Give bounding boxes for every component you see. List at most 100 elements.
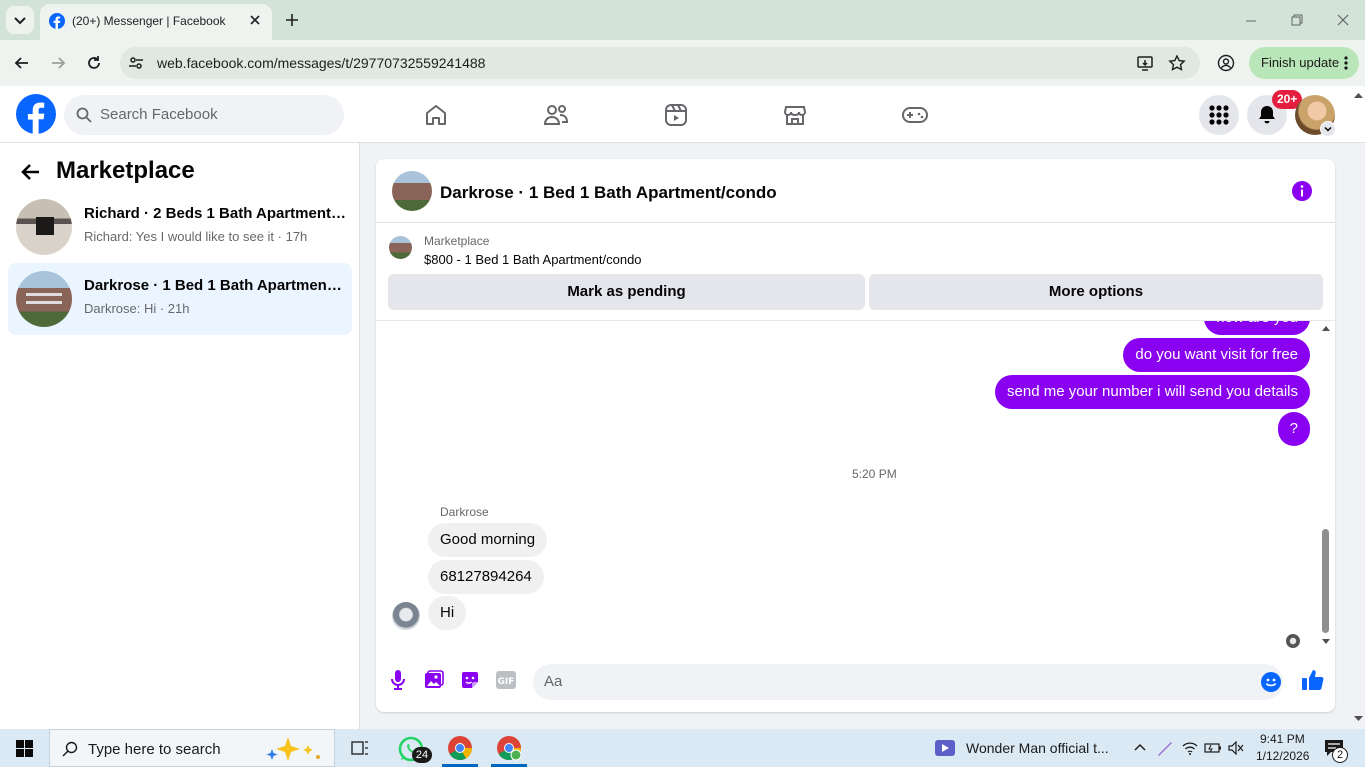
grid-menu-icon (1209, 105, 1229, 125)
chat-header-title[interactable]: Darkrose · 1 Bed 1 Bath Apartment/condo (440, 183, 777, 203)
media-title[interactable]: Wonder Man official t... (966, 740, 1109, 756)
marketplace-conversation-list: Marketplace Richard · 2 Beds 1 Bath Apar… (0, 143, 360, 729)
scroll-down-icon[interactable] (1322, 639, 1330, 645)
address-bar-row: web.facebook.com/messages/t/297707325592… (0, 40, 1365, 86)
conversation-title: Darkrose · 1 Bed 1 Bath Apartment/condo (84, 277, 346, 294)
incoming-message: 68127894264 (428, 560, 544, 594)
message-input-placeholder: Aa (544, 673, 563, 690)
photo-icon[interactable] (424, 670, 444, 690)
conversation-item-darkrose[interactable]: Darkrose · 1 Bed 1 Bath Apartment/condo … (8, 263, 352, 335)
finish-update-label: Finish update (1261, 55, 1340, 70)
pen-icon[interactable] (1156, 739, 1174, 757)
composer: GIF Aa (376, 654, 1335, 712)
back-arrow-icon[interactable] (13, 54, 31, 72)
back-arrow-icon[interactable] (20, 161, 42, 183)
windows-start-icon[interactable] (16, 740, 33, 757)
facebook-top-bar: Search Facebook 20+ (0, 86, 1365, 143)
outgoing-message: how are you (1204, 321, 1310, 335)
seen-avatar (1286, 634, 1300, 648)
chat-avatar[interactable] (392, 171, 432, 211)
whatsapp-badge-count: 24 (415, 749, 429, 761)
chrome-profile-icon[interactable] (496, 735, 522, 761)
clock-time[interactable]: 9:41 PM (1260, 732, 1305, 746)
chevron-up-icon[interactable] (1133, 742, 1147, 752)
close-window-icon[interactable] (1336, 13, 1350, 27)
tab-search-button[interactable] (6, 6, 34, 34)
battery-icon[interactable] (1204, 741, 1222, 755)
restore-icon[interactable] (1290, 13, 1304, 27)
conversation-item-richard[interactable]: Richard · 2 Beds 1 Bath Apartment/condo … (8, 191, 352, 263)
task-view-icon[interactable] (350, 739, 370, 757)
gaming-icon[interactable] (902, 104, 928, 126)
volume-muted-icon[interactable] (1228, 741, 1244, 755)
site-settings-icon[interactable] (128, 55, 144, 71)
listing-banner[interactable]: Marketplace $800 - 1 Bed 1 Bath Apartmen… (376, 224, 1335, 268)
incoming-message: Hi (428, 596, 467, 630)
finish-update-button[interactable]: Finish update (1249, 47, 1359, 79)
profile-icon[interactable] (1217, 54, 1235, 72)
scrollbar-thumb[interactable] (1322, 529, 1329, 633)
menu-button[interactable] (1199, 95, 1239, 135)
url-text[interactable]: web.facebook.com/messages/t/297707325592… (157, 55, 485, 71)
account-chevron[interactable] (1320, 121, 1336, 137)
fb-search-box[interactable]: Search Facebook (64, 95, 344, 135)
left-pane-title: Marketplace (56, 157, 195, 184)
page-scroll-down-icon[interactable] (1354, 716, 1363, 722)
forward-arrow-icon[interactable] (49, 54, 67, 72)
listing-label: Marketplace (424, 234, 490, 248)
info-icon[interactable] (1292, 181, 1312, 201)
listing-mini-thumb (389, 236, 412, 259)
sticker-icon[interactable] (460, 670, 480, 690)
clock-date[interactable]: 1/12/2026 (1256, 749, 1309, 763)
conversation-title: Richard · 2 Beds 1 Bath Apartment/condo (84, 205, 346, 222)
marketplace-icon[interactable] (783, 103, 807, 127)
message-list[interactable]: how are you do you want visit for free s… (376, 321, 1335, 648)
wifi-icon[interactable] (1182, 741, 1198, 755)
message-input[interactable]: Aa (533, 664, 1283, 700)
close-tab-icon[interactable] (248, 13, 262, 27)
chevron-down-icon (1324, 126, 1332, 132)
thumbs-up-icon[interactable] (1301, 668, 1325, 692)
more-vert-icon (1344, 56, 1348, 70)
scrollbar[interactable] (1320, 321, 1332, 648)
bell-icon (1259, 106, 1275, 124)
microphone-icon[interactable] (390, 669, 406, 691)
outgoing-message: send me your number i will send you deta… (995, 375, 1310, 409)
svg-text:GIF: GIF (498, 677, 515, 687)
new-tab-icon[interactable] (284, 12, 300, 28)
facebook-favicon-icon (49, 13, 65, 29)
install-app-icon[interactable] (1136, 54, 1154, 72)
page-scroll-up-icon[interactable] (1354, 92, 1363, 98)
facebook-logo-icon[interactable] (16, 94, 56, 134)
more-options-button[interactable]: More options (869, 274, 1323, 310)
incoming-message: Good morning (428, 523, 548, 557)
mark-as-pending-button[interactable]: Mark as pending (388, 274, 865, 310)
scroll-up-icon[interactable] (1322, 325, 1330, 331)
gif-icon[interactable]: GIF (496, 671, 516, 689)
search-icon (62, 741, 78, 757)
browser-tab-strip: (20+) Messenger | Facebook (0, 0, 1365, 40)
whatsapp-badge: 24 (412, 747, 432, 763)
listing-thumbnail (16, 271, 72, 327)
whatsapp-taskbar-app[interactable]: 24 (396, 733, 432, 765)
emoji-icon[interactable] (1261, 672, 1281, 692)
reload-icon[interactable] (85, 54, 103, 72)
taskbar-search-box[interactable]: Type here to search (49, 729, 335, 767)
chrome-icon[interactable] (447, 735, 473, 761)
chat-header: Darkrose · 1 Bed 1 Bath Apartment/condo (376, 159, 1335, 223)
bookmark-star-icon[interactable] (1168, 54, 1186, 72)
minimize-icon[interactable] (1244, 14, 1258, 28)
media-player-icon[interactable] (935, 740, 955, 756)
browser-tab[interactable]: (20+) Messenger | Facebook (40, 4, 272, 40)
conversation-preview: Darkrose: Hi · 21h (84, 301, 190, 316)
windows-taskbar: Type here to search 24 Wonder Man offici… (0, 729, 1365, 767)
omnibox[interactable]: web.facebook.com/messages/t/297707325592… (120, 47, 1200, 79)
friends-icon[interactable] (543, 103, 569, 127)
listing-title: $800 - 1 Bed 1 Bath Apartment/condo (424, 252, 642, 267)
video-icon[interactable] (664, 103, 688, 127)
conversation-preview: Richard: Yes I would like to see it · 17… (84, 229, 308, 244)
home-icon[interactable] (424, 103, 448, 127)
sender-avatar (392, 602, 420, 630)
listing-thumbnail (16, 199, 72, 255)
search-icon (76, 107, 92, 123)
